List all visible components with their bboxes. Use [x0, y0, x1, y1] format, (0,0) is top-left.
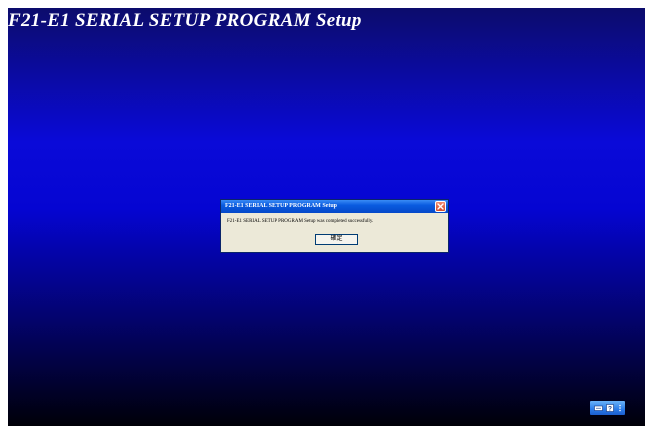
svg-text:?: ? — [608, 406, 612, 413]
setup-title: F21-E1 SERIAL SETUP PROGRAM Setup — [8, 10, 362, 31]
dialog-titlebar[interactable]: F21-E1 SERIAL SETUP PROGRAM Setup — [221, 200, 448, 213]
dialog-title: F21-E1 SERIAL SETUP PROGRAM Setup — [225, 203, 338, 209]
keyboard-icon[interactable] — [594, 404, 603, 412]
close-button[interactable] — [435, 201, 446, 212]
close-icon — [437, 203, 444, 210]
language-bar: ? — [590, 401, 625, 415]
setup-background: F21-E1 SERIAL SETUP PROGRAM Setup F21-E1… — [8, 8, 645, 426]
dialog-message: F21-E1 SERIAL SETUP PROGRAM Setup was co… — [227, 219, 374, 224]
completion-dialog: F21-E1 SERIAL SETUP PROGRAM Setup F21-E1… — [220, 199, 449, 253]
help-icon[interactable]: ? — [606, 404, 614, 412]
ok-button[interactable]: 確定 — [315, 234, 358, 245]
options-icon[interactable] — [618, 404, 622, 412]
